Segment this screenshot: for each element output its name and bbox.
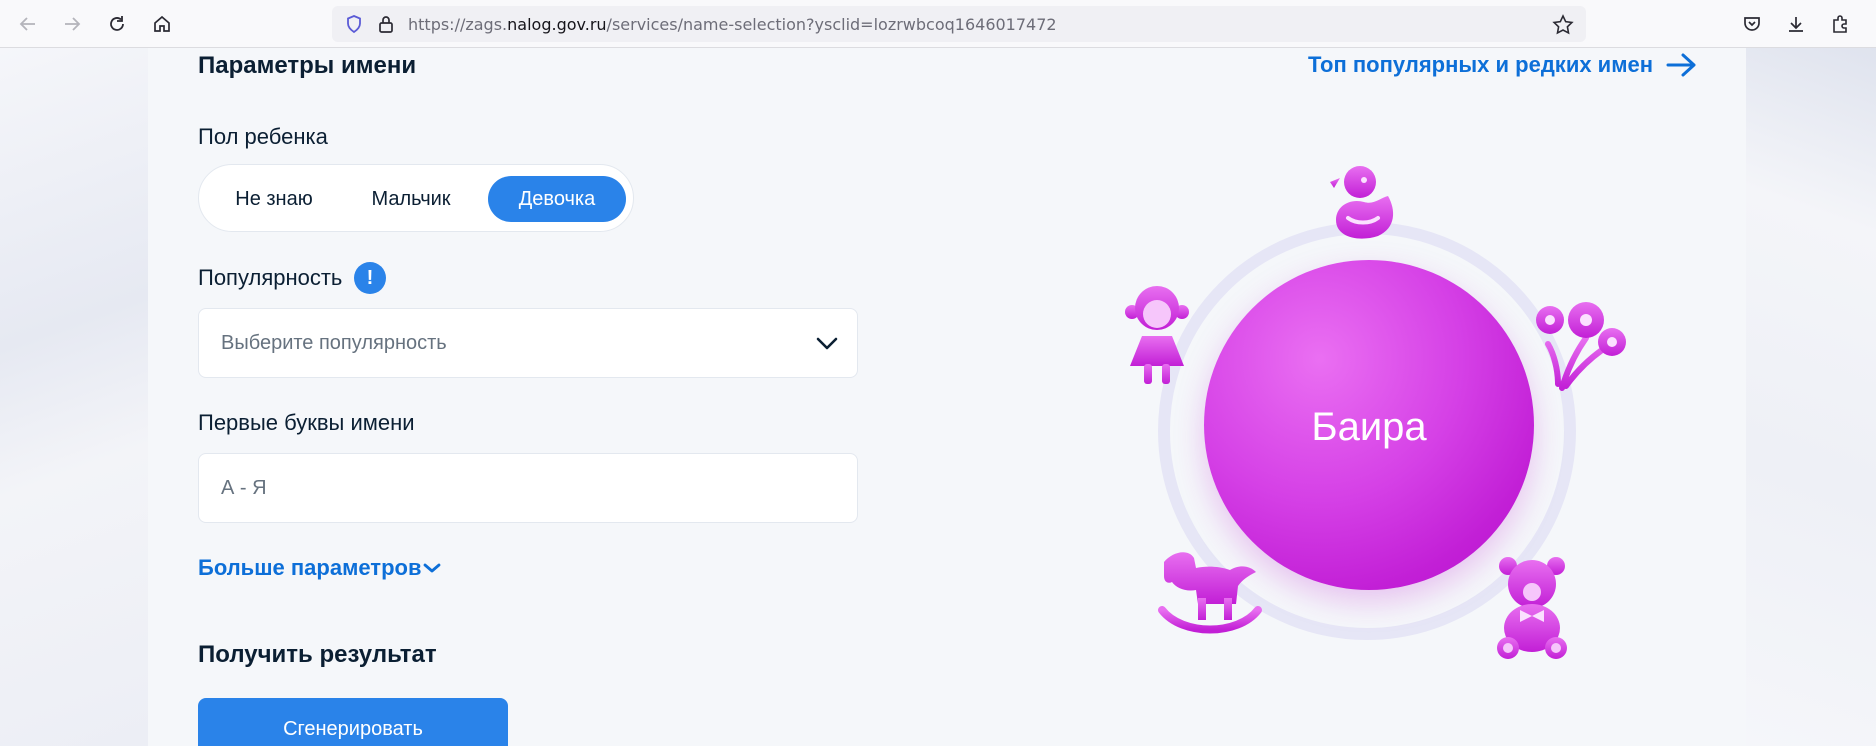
extensions-icon <box>1833 15 1847 33</box>
form-title: Параметры имени <box>198 52 417 79</box>
info-icon[interactable]: ! <box>354 262 386 294</box>
arrow-right-icon[interactable] <box>1666 52 1698 78</box>
download-icon <box>1789 17 1803 32</box>
chevron-down-icon <box>816 337 838 350</box>
popularity-placeholder: Выберите популярность <box>221 332 447 354</box>
generate-button[interactable]: Сгенерировать <box>198 698 508 746</box>
popularity-label: Популярность <box>198 265 343 290</box>
reload-button[interactable] <box>101 8 133 40</box>
extensions-button[interactable] <box>1824 8 1856 40</box>
result-title: Получить результат <box>198 641 437 668</box>
forward-arrow-icon <box>65 17 81 31</box>
pocket-button[interactable] <box>1736 8 1768 40</box>
first-letters-placeholder: А - Я <box>221 477 267 499</box>
top-names-link[interactable]: Топ популярных и редких имен <box>1308 52 1653 78</box>
lock-icon <box>379 16 393 33</box>
first-letters-label: Первые буквы имени <box>198 410 415 435</box>
address-bar[interactable]: https://zags.nalog.gov.ru/services/name-… <box>332 6 1586 42</box>
gender-option-boy[interactable]: Мальчик <box>345 176 477 222</box>
rocking-horse-icon <box>1158 552 1262 634</box>
gender-option-unknown[interactable]: Не знаю <box>211 176 337 222</box>
result-name: Баира <box>1311 405 1427 449</box>
page-background-left <box>0 48 148 746</box>
gender-option-girl[interactable]: Девочка <box>488 176 626 222</box>
reload-icon <box>110 16 124 31</box>
back-button[interactable] <box>12 8 44 40</box>
doll-icon <box>1125 286 1189 384</box>
flowers-icon <box>1536 302 1626 391</box>
pocket-icon <box>1744 17 1760 31</box>
first-letters-input[interactable]: А - Я <box>198 453 858 523</box>
popularity-select[interactable]: Выберите популярность <box>198 308 858 378</box>
home-button[interactable] <box>146 8 178 40</box>
star-icon[interactable] <box>1552 14 1574 36</box>
browser-toolbar: https://zags.nalog.gov.ru/services/name-… <box>0 0 1876 48</box>
gender-label: Пол ребенка <box>198 124 328 149</box>
url-text[interactable]: https://zags.nalog.gov.ru/services/name-… <box>408 15 1057 34</box>
home-icon <box>154 15 170 32</box>
more-params-link[interactable]: Больше параметров <box>198 555 421 581</box>
forward-button[interactable] <box>56 8 88 40</box>
duck-icon <box>1330 166 1394 239</box>
page-background-right <box>1746 48 1876 746</box>
teddy-bear-icon <box>1497 557 1567 659</box>
downloads-button[interactable] <box>1780 8 1812 40</box>
gender-selector: Не знаю Мальчик Девочка <box>198 164 634 232</box>
chevron-down-icon[interactable] <box>422 560 442 576</box>
shield-icon <box>347 15 361 34</box>
back-arrow-icon <box>19 17 35 31</box>
